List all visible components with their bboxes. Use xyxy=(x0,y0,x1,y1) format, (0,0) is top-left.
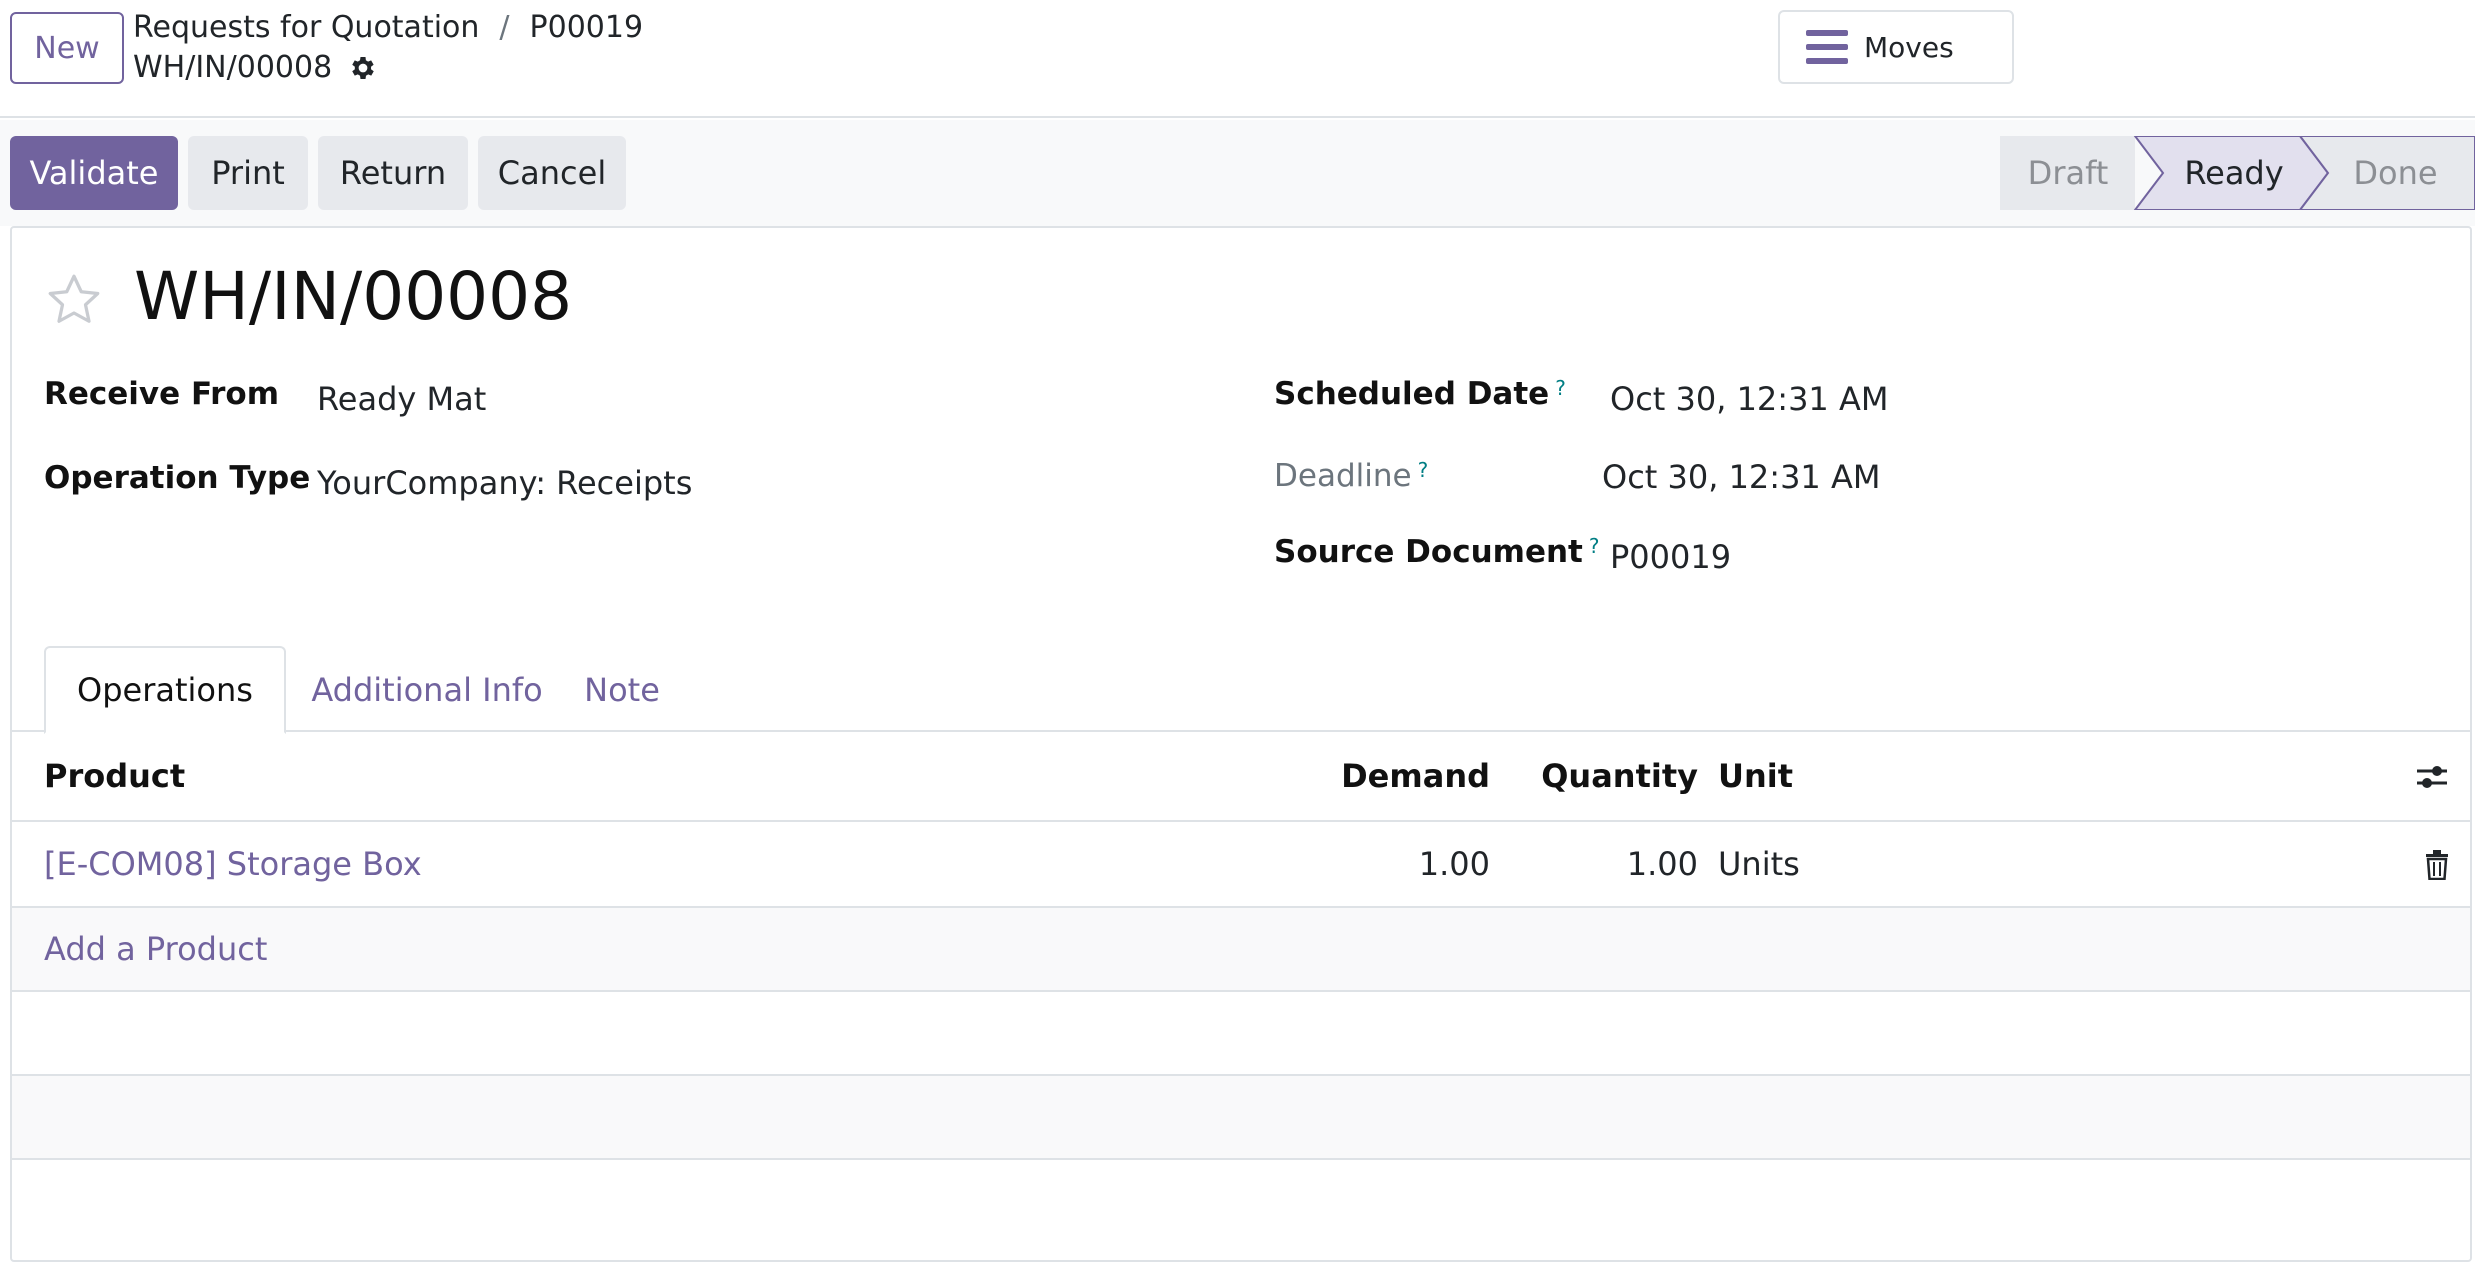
operation-type-label: Operation Type xyxy=(44,460,311,496)
help-tooltip-icon[interactable]: ? xyxy=(1589,534,1600,558)
deadline-field[interactable]: Oct 30, 12:31 AM xyxy=(1602,458,1880,496)
operations-table: Product Demand Quantity Unit [E-COM08] S… xyxy=(12,732,2470,1244)
moves-smart-button[interactable]: Moves xyxy=(1778,10,2014,84)
breadcrumb-current: WH/IN/00008 xyxy=(133,50,378,85)
source-document-label-text: Source Document xyxy=(1274,534,1583,570)
empty-row xyxy=(12,1160,2470,1244)
cancel-button[interactable]: Cancel xyxy=(478,136,626,210)
table-header-row: Product Demand Quantity Unit xyxy=(12,732,2470,822)
tab-note[interactable]: Note xyxy=(572,646,672,734)
add-product-row: Add a Product xyxy=(12,908,2470,992)
receive-from-label: Receive From xyxy=(44,376,280,412)
unit-cell[interactable]: Units xyxy=(1718,822,1800,906)
optional-columns-icon[interactable] xyxy=(2412,760,2452,794)
operation-type-field[interactable]: YourCompany: Receipts xyxy=(317,464,692,502)
column-header-unit[interactable]: Unit xyxy=(1718,732,1793,820)
scheduled-date-field[interactable]: Oct 30, 12:31 AM xyxy=(1610,380,1888,418)
add-product-link[interactable]: Add a Product xyxy=(44,908,267,990)
demand-cell[interactable]: 1.00 xyxy=(1312,822,1490,906)
stage-ready[interactable]: Ready xyxy=(2150,136,2318,210)
trash-icon[interactable] xyxy=(2422,848,2452,882)
breadcrumb-item-rfq[interactable]: Requests for Quotation xyxy=(133,10,479,45)
breadcrumb: Requests for Quotation / P00019 xyxy=(133,10,643,45)
record-title: WH/IN/00008 xyxy=(134,258,573,335)
star-icon[interactable] xyxy=(44,270,104,330)
moves-label: Moves xyxy=(1864,30,1954,64)
stage-done[interactable]: Done xyxy=(2318,136,2473,210)
return-button[interactable]: Return xyxy=(318,136,468,210)
source-document-label: Source Document? xyxy=(1274,534,1600,570)
column-header-product[interactable]: Product xyxy=(44,732,185,820)
help-tooltip-icon[interactable]: ? xyxy=(1555,376,1566,400)
breadcrumb-separator: / xyxy=(499,10,510,45)
deadline-label-text: Deadline xyxy=(1274,458,1412,494)
print-button[interactable]: Print xyxy=(188,136,308,210)
source-document-field[interactable]: P00019 xyxy=(1610,538,1731,576)
column-header-demand[interactable]: Demand xyxy=(1312,732,1490,820)
deadline-label: Deadline? xyxy=(1274,458,1428,494)
tab-additional-info[interactable]: Additional Info xyxy=(304,646,550,734)
gear-icon[interactable] xyxy=(348,53,378,83)
validate-button[interactable]: Validate xyxy=(10,136,178,210)
empty-row xyxy=(12,992,2470,1076)
empty-row xyxy=(12,1076,2470,1160)
tab-operations[interactable]: Operations xyxy=(44,646,286,734)
column-header-quantity[interactable]: Quantity xyxy=(1512,732,1698,820)
hamburger-icon xyxy=(1806,30,1848,64)
notebook-tabs: Operations Additional Info Note xyxy=(12,646,2470,734)
action-bar: Validate Print Return Cancel Draft Ready… xyxy=(0,120,2475,226)
stage-draft[interactable]: Draft xyxy=(2000,136,2136,210)
form-sheet: WH/IN/00008 Receive From Ready Mat Opera… xyxy=(10,226,2472,1262)
scheduled-date-label-text: Scheduled Date xyxy=(1274,376,1550,412)
current-record-name: WH/IN/00008 xyxy=(133,50,333,85)
help-tooltip-icon[interactable]: ? xyxy=(1418,458,1429,482)
breadcrumb-item-po[interactable]: P00019 xyxy=(530,10,644,45)
new-button[interactable]: New xyxy=(10,12,124,84)
control-panel: New Requests for Quotation / P00019 WH/I… xyxy=(0,0,2475,118)
table-row[interactable]: [E-COM08] Storage Box 1.00 1.00 Units xyxy=(12,822,2470,908)
receive-from-field[interactable]: Ready Mat xyxy=(317,380,486,418)
scheduled-date-label: Scheduled Date? xyxy=(1274,376,1566,412)
quantity-cell[interactable]: 1.00 xyxy=(1512,822,1698,906)
product-cell[interactable]: [E-COM08] Storage Box xyxy=(44,822,422,906)
